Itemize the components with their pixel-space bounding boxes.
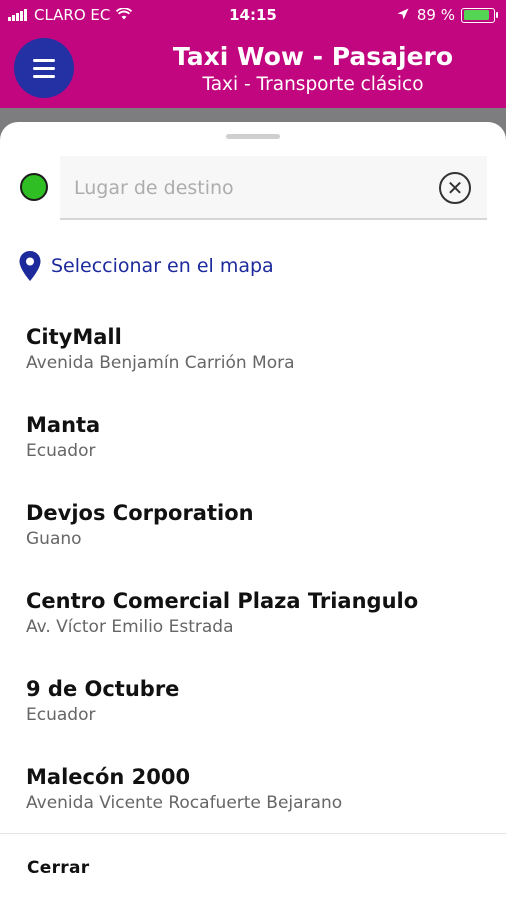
map-pin-icon	[19, 251, 41, 281]
place-address: Ecuador	[26, 705, 96, 725]
status-right: 89 %	[397, 6, 498, 24]
battery-percent: 89 %	[416, 6, 455, 24]
place-list-item[interactable]: Centro Comercial Plaza Triangulo Av. Víc…	[0, 586, 506, 674]
place-name: Manta	[26, 413, 101, 437]
close-button[interactable]: Cerrar	[27, 858, 89, 878]
destination-search-box: ✕	[60, 156, 487, 220]
place-address: Ecuador	[26, 441, 96, 461]
hamburger-icon-line	[33, 58, 55, 62]
place-list-item[interactable]: CityMall Avenida Benjamín Carrión Mora	[0, 322, 506, 410]
place-address: Av. Víctor Emilio Estrada	[26, 617, 234, 637]
place-name: CityMall	[26, 325, 122, 349]
destination-input[interactable]	[74, 170, 424, 206]
destination-sheet: ✕ Seleccionar en el mapa CityMall Avenid…	[0, 122, 506, 900]
place-name: Centro Comercial Plaza Triangulo	[26, 589, 419, 613]
app-header: Taxi Wow - Pasajero Taxi - Transporte cl…	[0, 30, 506, 110]
battery-fill	[463, 10, 490, 20]
app-subtitle: Taxi - Transporte clásico	[202, 74, 424, 95]
clear-icon[interactable]: ✕	[439, 172, 471, 204]
hamburger-icon-line	[33, 66, 55, 70]
place-address: Avenida Vicente Rocafuerte Bejarano	[26, 793, 343, 813]
status-bar: CLARO EC 14:15 89 %	[0, 0, 506, 30]
place-list-item[interactable]: Malecón 2000 Avenida Vicente Rocafuerte …	[0, 762, 506, 850]
place-name: 9 de Octubre	[26, 677, 180, 701]
place-list-item[interactable]: Devjos Corporation Guano	[0, 498, 506, 586]
battery-icon	[461, 7, 495, 23]
place-list-item[interactable]: 9 de Octubre Ecuador	[0, 674, 506, 762]
menu-button[interactable]	[14, 38, 74, 98]
select-on-map-link[interactable]: Seleccionar en el mapa	[18, 250, 274, 282]
place-address: Guano	[26, 529, 82, 549]
location-arrow-icon	[397, 6, 409, 24]
app-title: Taxi Wow - Pasajero	[172, 42, 454, 71]
battery-cap	[496, 12, 498, 18]
sheet-drag-handle[interactable]	[226, 134, 280, 139]
place-address: Avenida Benjamín Carrión Mora	[26, 353, 295, 373]
place-name: Malecón 2000	[26, 765, 191, 789]
origin-dot-icon	[20, 173, 48, 201]
footer-divider	[0, 833, 506, 834]
select-on-map-label: Seleccionar en el mapa	[51, 255, 274, 277]
hamburger-icon-line	[33, 74, 55, 78]
place-list: CityMall Avenida Benjamín Carrión Mora M…	[0, 322, 506, 850]
place-name: Devjos Corporation	[26, 501, 254, 525]
place-list-item[interactable]: Manta Ecuador	[0, 410, 506, 498]
